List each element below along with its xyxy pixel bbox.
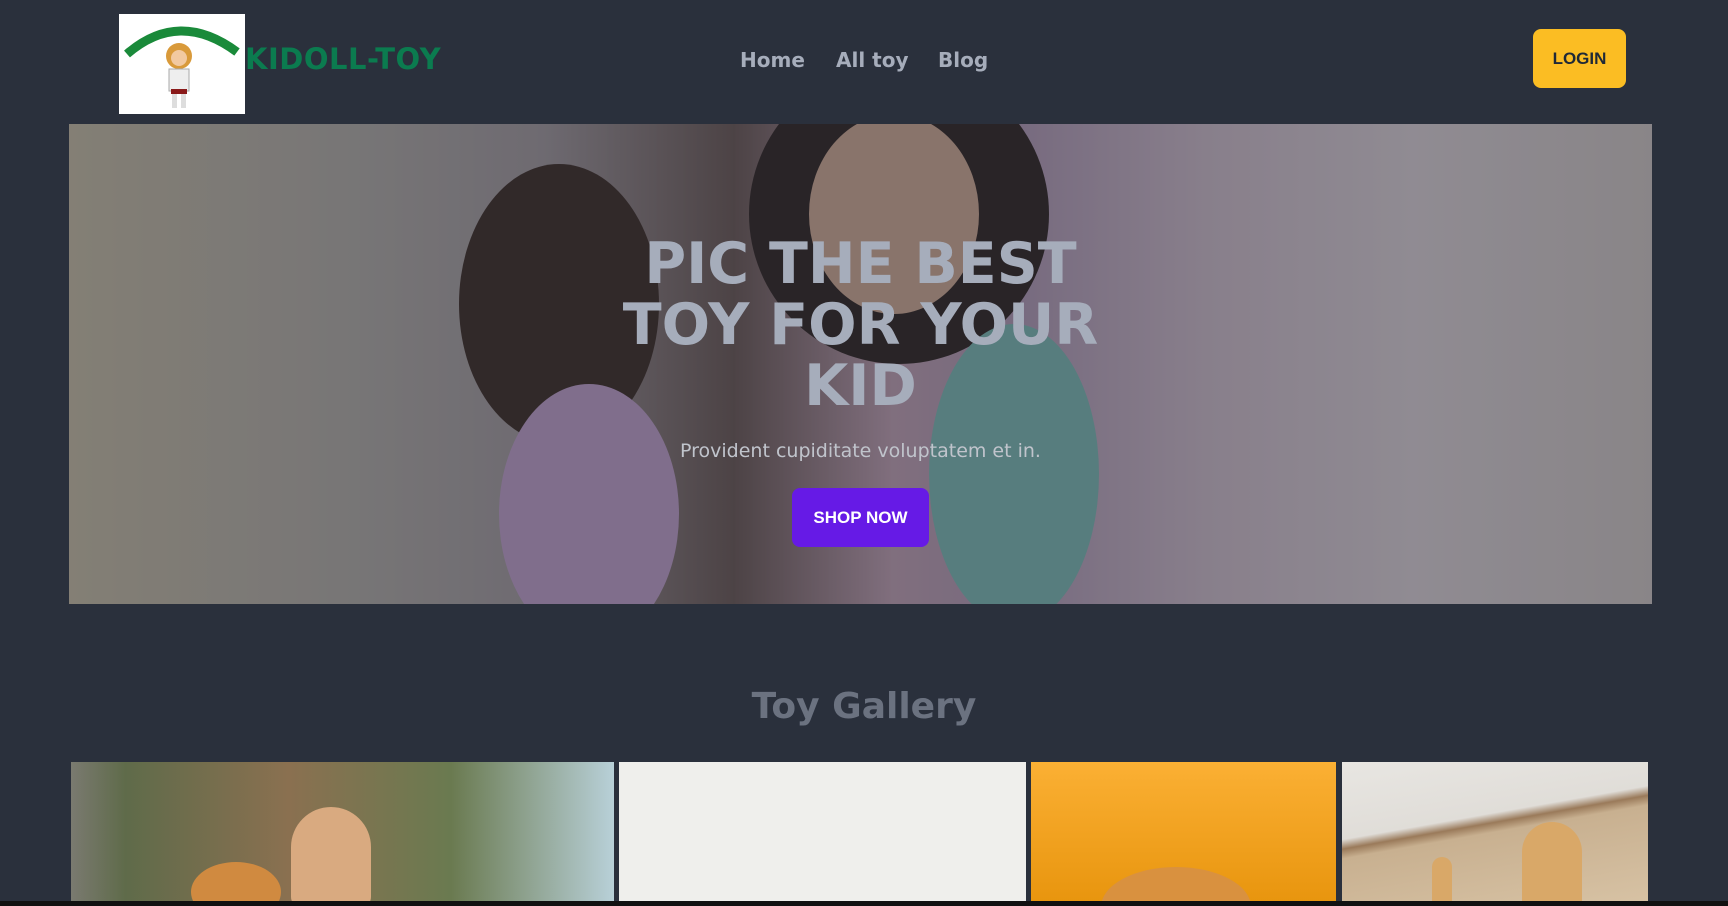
brand-name[interactable]: KIDOLL-TOY bbox=[245, 42, 441, 76]
gallery-image-wooden-toy[interactable] bbox=[1342, 762, 1648, 902]
hero-title: PIC THE BEST TOY FOR YOUR KID bbox=[622, 231, 1099, 419]
nav-all-toy[interactable]: All toy bbox=[836, 48, 909, 72]
header: KIDOLL-TOY Home All toy Blog LOGIN bbox=[0, 0, 1728, 124]
gallery-image-white-texture[interactable] bbox=[619, 762, 1026, 902]
gallery-image-ken-doll[interactable] bbox=[71, 762, 614, 902]
gallery-title: Toy Gallery bbox=[751, 686, 977, 727]
shop-now-button[interactable]: SHOP NOW bbox=[792, 488, 929, 547]
logo-image[interactable] bbox=[119, 14, 245, 114]
hero-subtitle: Provident cupiditate voluptatem et in. bbox=[680, 440, 1041, 462]
gallery-image-teddy[interactable] bbox=[1031, 762, 1336, 902]
nav-blog[interactable]: Blog bbox=[938, 48, 988, 72]
login-button[interactable]: LOGIN bbox=[1533, 29, 1626, 88]
hero-banner: PIC THE BEST TOY FOR YOUR KID Provident … bbox=[69, 124, 1652, 604]
scrollbar-track[interactable] bbox=[0, 901, 1728, 906]
nav-home[interactable]: Home bbox=[740, 48, 805, 72]
